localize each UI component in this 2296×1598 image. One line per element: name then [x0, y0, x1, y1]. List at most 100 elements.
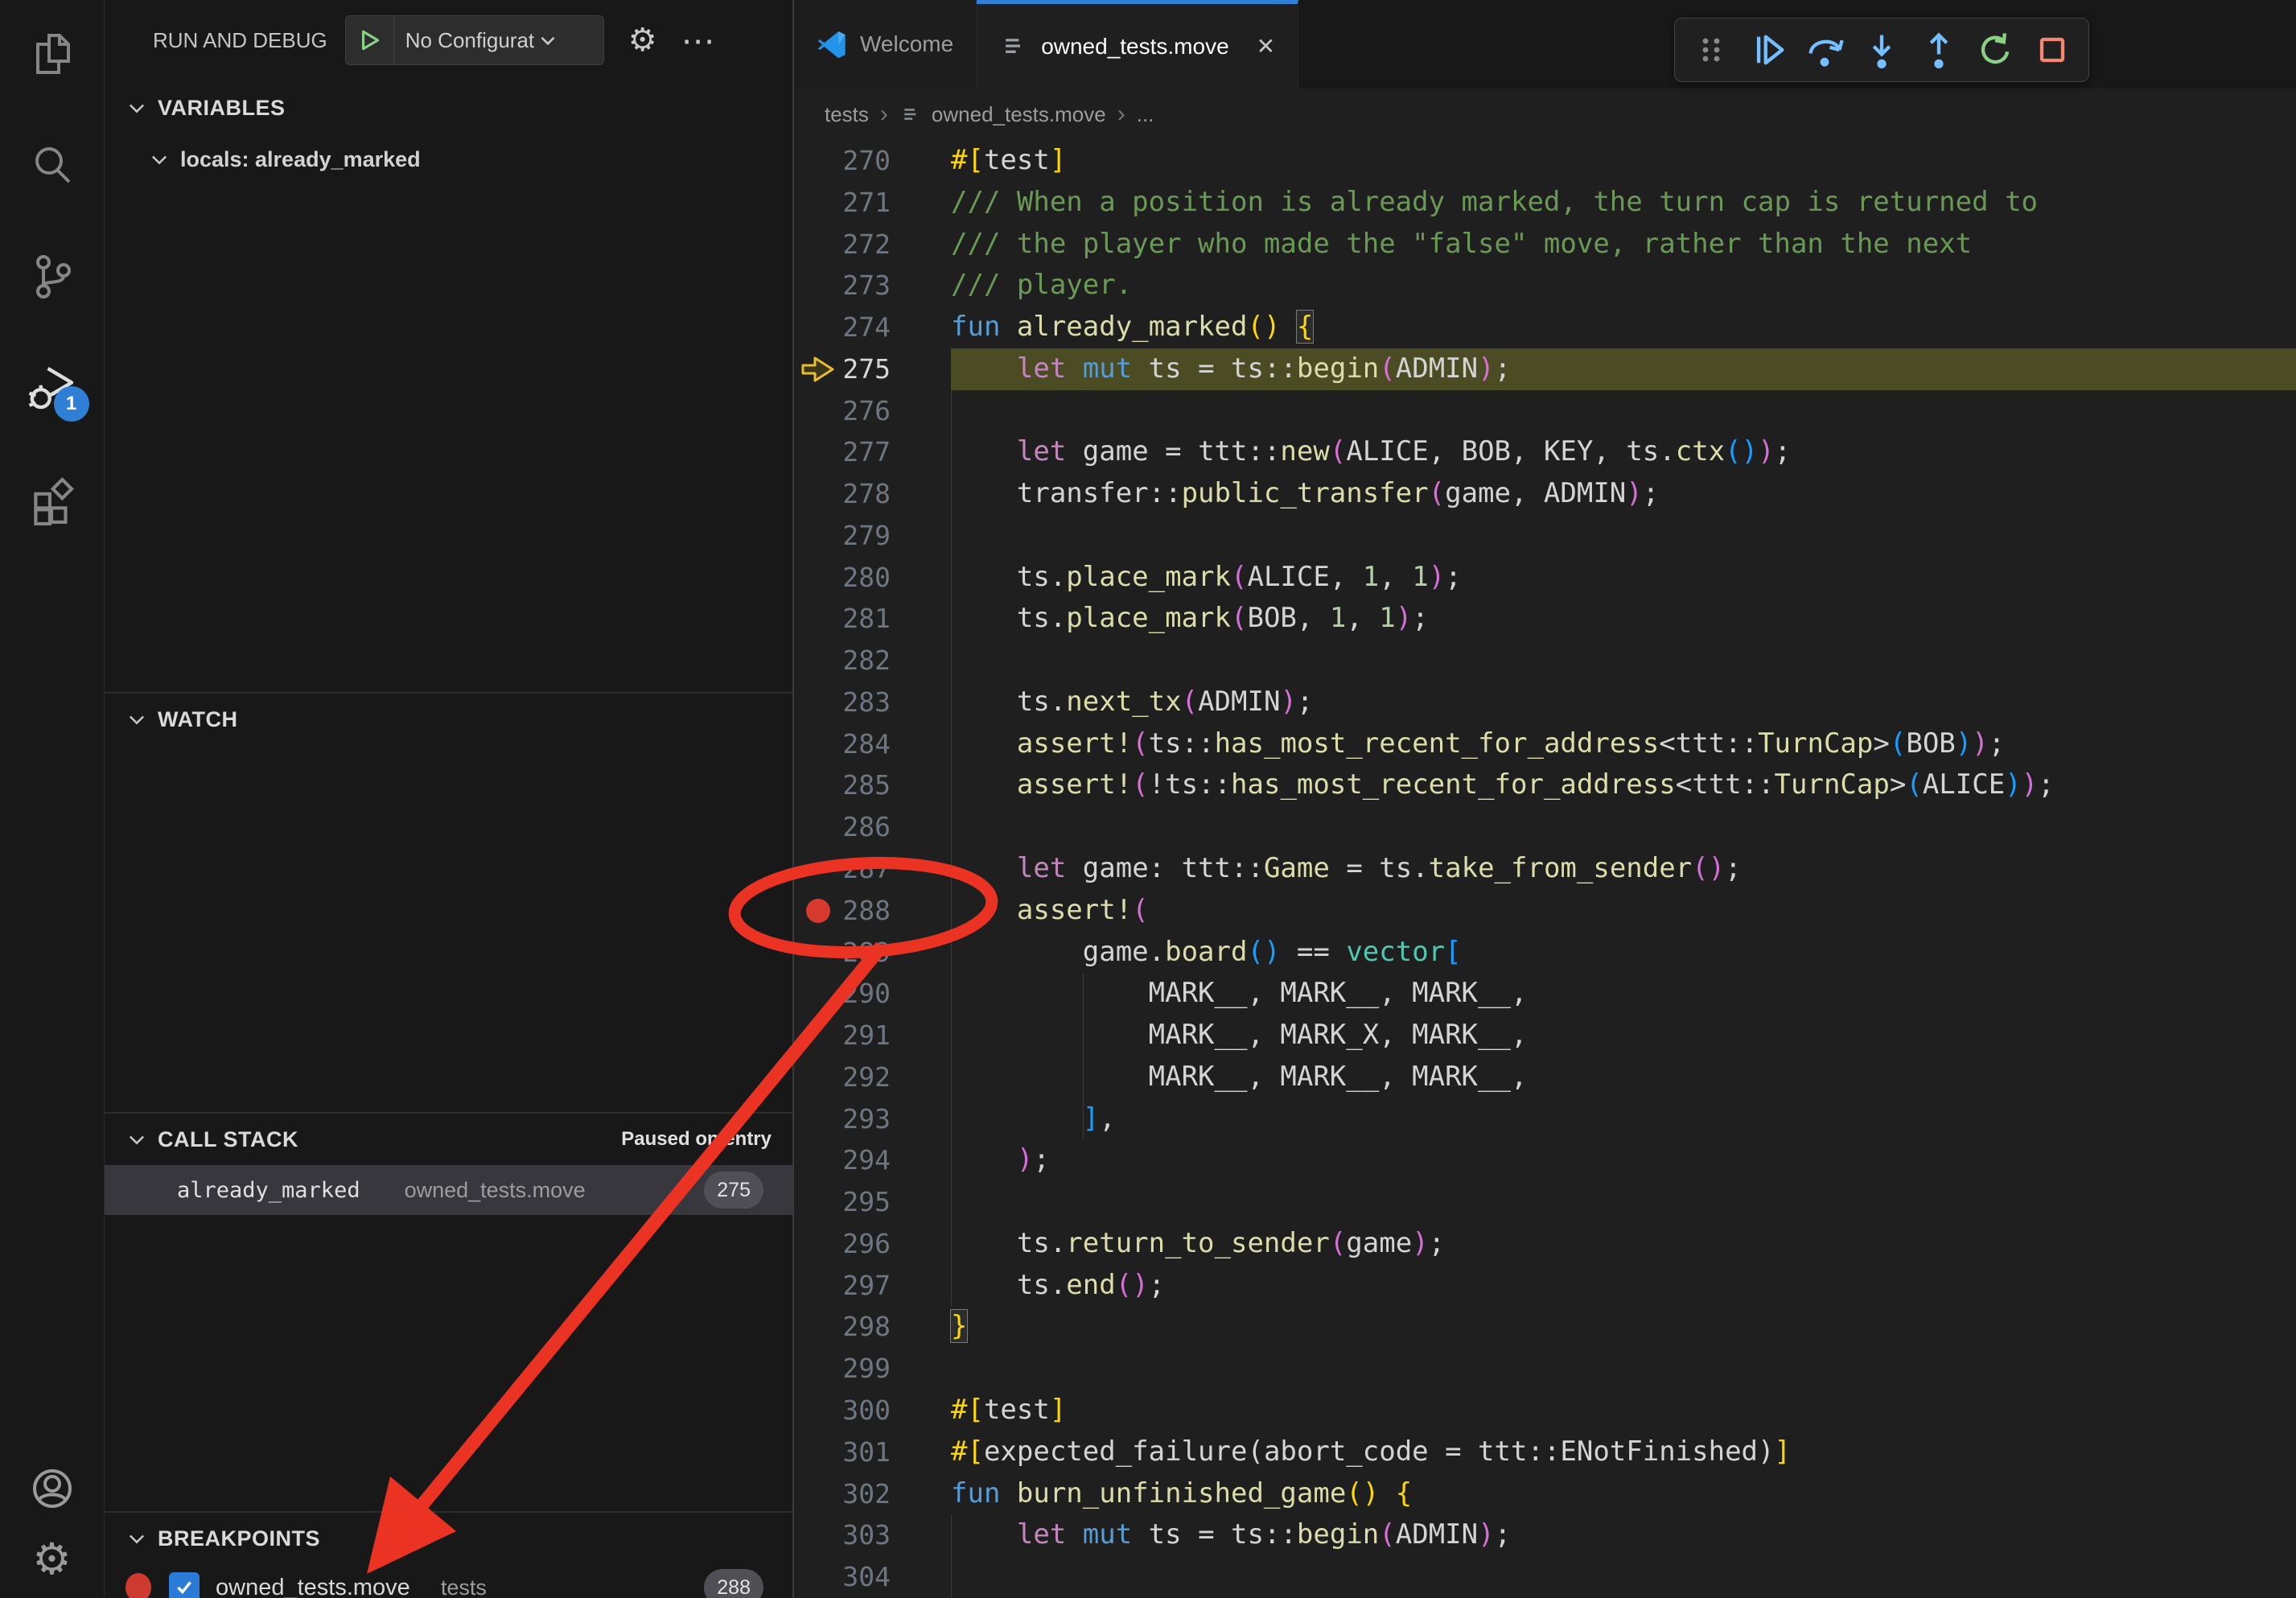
code-line-293[interactable]: 293 ], [794, 1098, 2296, 1140]
extensions-icon[interactable] [20, 467, 84, 531]
glyph-margin[interactable] [799, 806, 837, 848]
glyph-margin[interactable] [799, 1223, 837, 1265]
breadcrumb-symbol[interactable]: ... [1137, 102, 1154, 127]
glyph-margin[interactable] [799, 1390, 837, 1431]
account-icon[interactable] [20, 1456, 84, 1521]
glyph-margin[interactable] [799, 723, 837, 765]
code-line-277[interactable]: 277 let game = ttt::new(ALICE, BOB, KEY,… [794, 431, 2296, 473]
glyph-margin[interactable] [799, 682, 837, 723]
step-out-button[interactable] [1914, 25, 1964, 75]
call-stack-section-header[interactable]: CALL STACK Paused on entry [105, 1115, 792, 1163]
code-line-276[interactable]: 276 [794, 390, 2296, 432]
code-line-292[interactable]: 292 MARK__, MARK__, MARK__, [794, 1056, 2296, 1098]
glyph-margin[interactable] [799, 890, 837, 932]
views-more-icon[interactable]: ⋯ [681, 21, 717, 60]
code-line-288[interactable]: 288 assert!( [794, 890, 2296, 932]
breadcrumb-folder[interactable]: tests [825, 102, 869, 127]
glyph-margin[interactable] [799, 307, 837, 348]
code-line-300[interactable]: 300#[test] [794, 1390, 2296, 1431]
stop-button[interactable] [2027, 25, 2077, 75]
breakpoint-checkbox[interactable] [169, 1572, 200, 1598]
code-line-271[interactable]: 271/// When a position is already marked… [794, 182, 2296, 224]
code-line-273[interactable]: 273/// player. [794, 265, 2296, 307]
glyph-margin[interactable] [799, 473, 837, 515]
glyph-margin[interactable] [799, 348, 837, 390]
restart-button[interactable] [1970, 25, 2020, 75]
breadcrumb-file[interactable]: owned_tests.move [932, 102, 1106, 127]
glyph-margin[interactable] [799, 1348, 837, 1390]
code-line-299[interactable]: 299 [794, 1348, 2296, 1390]
code-line-287[interactable]: 287 let game: ttt::Game = ts.take_from_s… [794, 848, 2296, 890]
code-line-282[interactable]: 282 [794, 640, 2296, 682]
call-stack-frame-row[interactable]: already_marked owned_tests.move 275 [105, 1165, 792, 1215]
variables-locals-row[interactable]: locals: already_marked [105, 135, 792, 183]
code-line-284[interactable]: 284 assert!(ts::has_most_recent_for_addr… [794, 723, 2296, 765]
code-line-286[interactable]: 286 [794, 806, 2296, 848]
code-line-302[interactable]: 302fun burn_unfinished_game() { [794, 1473, 2296, 1515]
code-line-279[interactable]: 279 [794, 515, 2296, 557]
glyph-margin[interactable] [799, 640, 837, 682]
glyph-margin[interactable] [799, 431, 837, 473]
continue-button[interactable] [1743, 25, 1793, 75]
toolbar-drag-grip[interactable] [1686, 25, 1736, 75]
glyph-margin[interactable] [799, 1265, 837, 1307]
code-line-280[interactable]: 280 ts.place_mark(ALICE, 1, 1); [794, 557, 2296, 599]
variables-section-header[interactable]: VARIABLES [105, 84, 792, 132]
glyph-margin[interactable] [799, 1181, 837, 1223]
tab-welcome[interactable]: Welcome [794, 0, 977, 89]
code-line-298[interactable]: 298} [794, 1306, 2296, 1348]
explorer-icon[interactable] [20, 23, 84, 87]
glyph-margin[interactable] [799, 557, 837, 599]
code-line-281[interactable]: 281 ts.place_mark(BOB, 1, 1); [794, 598, 2296, 640]
breakpoints-section-header[interactable]: BREAKPOINTS [105, 1514, 792, 1563]
glyph-margin[interactable] [799, 515, 837, 557]
glyph-margin[interactable] [799, 1098, 837, 1140]
breakpoint-list-item[interactable]: owned_tests.move tests 288 [105, 1564, 792, 1598]
glyph-margin[interactable] [799, 848, 837, 890]
start-debug-icon[interactable] [346, 16, 394, 64]
code-line-295[interactable]: 295 [794, 1181, 2296, 1223]
glyph-margin[interactable] [799, 1431, 837, 1473]
glyph-margin[interactable] [799, 1306, 837, 1348]
glyph-margin[interactable] [799, 390, 837, 432]
code-line-301[interactable]: 301#[expected_failure(abort_code = ttt::… [794, 1431, 2296, 1473]
glyph-margin[interactable] [799, 1556, 837, 1598]
code-line-303[interactable]: 303 let mut ts = ts::begin(ADMIN); [794, 1514, 2296, 1556]
glyph-margin[interactable] [799, 1015, 837, 1056]
code-editor[interactable]: 270#[test]271/// When a position is alre… [794, 140, 2296, 1598]
glyph-margin[interactable] [799, 932, 837, 974]
glyph-margin[interactable] [799, 1139, 837, 1181]
watch-section-header[interactable]: WATCH [105, 695, 792, 743]
code-line-294[interactable]: 294 ); [794, 1139, 2296, 1181]
code-line-297[interactable]: 297 ts.end(); [794, 1265, 2296, 1307]
code-line-274[interactable]: 274fun already_marked() { [794, 307, 2296, 348]
debug-settings-gear-icon[interactable]: ⚙ [628, 22, 657, 59]
glyph-margin[interactable] [799, 182, 837, 224]
close-icon[interactable]: ✕ [1257, 33, 1275, 60]
step-over-button[interactable] [1800, 25, 1850, 75]
code-line-291[interactable]: 291 MARK__, MARK_X, MARK__, [794, 1015, 2296, 1056]
code-line-275[interactable]: 275 let mut ts = ts::begin(ADMIN); [794, 348, 2296, 390]
glyph-margin[interactable] [799, 764, 837, 806]
glyph-margin[interactable] [799, 1514, 837, 1556]
code-line-278[interactable]: 278 transfer::public_transfer(game, ADMI… [794, 473, 2296, 515]
glyph-margin[interactable] [799, 265, 837, 307]
source-control-icon[interactable] [20, 245, 84, 309]
step-into-button[interactable] [1857, 25, 1907, 75]
code-line-290[interactable]: 290 MARK__, MARK__, MARK__, [794, 973, 2296, 1015]
tab-owned-tests-move[interactable]: owned_tests.move ✕ [977, 0, 1298, 89]
code-line-272[interactable]: 272/// the player who made the "false" m… [794, 224, 2296, 266]
code-line-304[interactable]: 304 [794, 1556, 2296, 1598]
code-line-270[interactable]: 270#[test] [794, 140, 2296, 182]
breakpoint-dot-icon[interactable] [806, 899, 830, 923]
glyph-margin[interactable] [799, 140, 837, 182]
run-and-debug-icon[interactable]: 1 [20, 356, 84, 420]
code-line-289[interactable]: 289 game.board() == vector[ [794, 932, 2296, 974]
launch-config-dropdown[interactable]: No Configurat [345, 15, 604, 65]
search-icon[interactable] [20, 134, 84, 198]
glyph-margin[interactable] [799, 224, 837, 266]
settings-gear-icon[interactable]: ⚙ [20, 1527, 84, 1592]
glyph-margin[interactable] [799, 598, 837, 640]
glyph-margin[interactable] [799, 1473, 837, 1515]
code-line-296[interactable]: 296 ts.return_to_sender(game); [794, 1223, 2296, 1265]
